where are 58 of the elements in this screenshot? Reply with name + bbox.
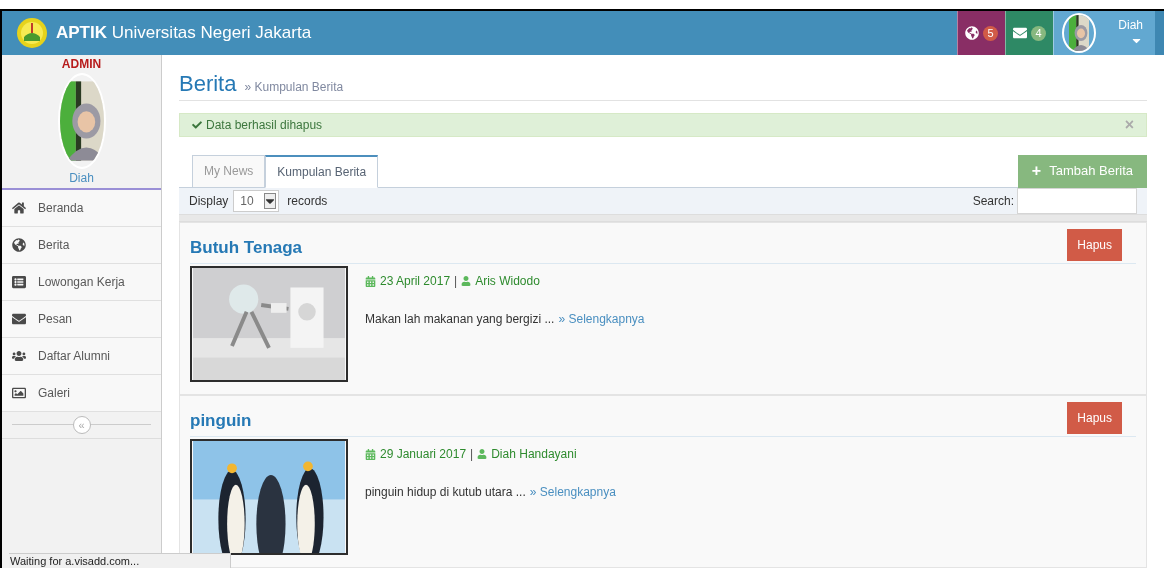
home-icon xyxy=(12,201,26,215)
breadcrumb: » Kumpulan Berita xyxy=(244,79,344,96)
sidebar-item[interactable]: Berita xyxy=(2,227,161,264)
globe-icon xyxy=(12,238,26,252)
post-excerpt: Makan lah makanan yang bergizi ... xyxy=(365,311,555,328)
post-author: Aris Widodo xyxy=(475,273,540,290)
list-icon xyxy=(12,275,26,289)
delete-button[interactable]: Hapus xyxy=(1067,229,1122,261)
sidebar-item[interactable]: Daftar Alumni xyxy=(2,338,161,375)
notification-button[interactable]: 5 xyxy=(957,11,1005,55)
caret-icon xyxy=(264,192,277,209)
navbar-edge xyxy=(1155,11,1164,55)
separator: | xyxy=(454,273,458,290)
envelope-icon xyxy=(1013,26,1027,40)
status-bar: Waiting for a.visadd.com... xyxy=(9,553,231,568)
search-field[interactable] xyxy=(1017,187,1137,214)
alert-message: Data berhasil dihapus xyxy=(206,116,324,134)
sidebar-item[interactable]: Beranda xyxy=(2,190,161,227)
separator: | xyxy=(470,446,474,463)
records-label: records xyxy=(287,192,328,210)
news-title[interactable]: Butuh Tenaga xyxy=(190,235,303,261)
sidebar-item[interactable]: Pesan xyxy=(2,301,161,338)
count-badge: 5 xyxy=(983,25,998,41)
collapse-button[interactable]: « xyxy=(72,416,91,434)
user-name: Diah xyxy=(69,170,94,187)
user-icon xyxy=(461,276,472,286)
post-excerpt: pinguin hidup di kutub utara ... xyxy=(365,484,526,501)
search-label: Search: xyxy=(972,192,1014,210)
add-button[interactable]: + Tambah Berita xyxy=(1017,154,1147,188)
user-menu[interactable]: Diah xyxy=(1053,11,1155,55)
read-more-link[interactable]: » Selengkapnya xyxy=(529,483,616,501)
post-date: 29 Januari 2017 xyxy=(380,446,467,463)
calendar-icon xyxy=(365,448,376,460)
read-more-link[interactable]: » Selengkapnya xyxy=(558,310,645,328)
role-label: ADMIN xyxy=(61,56,102,73)
users-icon xyxy=(12,349,26,363)
sidebar-item[interactable]: Lowongan Kerja xyxy=(2,264,161,301)
brand-title[interactable]: APTIK Universitas Negeri Jakarta xyxy=(56,20,312,46)
tab[interactable]: Kumpulan Berita xyxy=(265,154,379,188)
display-label: Display xyxy=(189,192,229,210)
tab[interactable]: My News xyxy=(192,154,266,188)
sidebar-item[interactable]: Galeri xyxy=(2,375,161,412)
user-icon xyxy=(477,449,488,459)
page-size-select[interactable]: 10 xyxy=(233,189,280,212)
globe-icon xyxy=(965,26,979,40)
delete-button[interactable]: Hapus xyxy=(1067,402,1122,434)
logo-icon xyxy=(16,17,48,49)
count-badge: 4 xyxy=(1031,25,1046,41)
news-title[interactable]: pinguin xyxy=(190,408,252,434)
page-title: Berita xyxy=(179,70,237,98)
post-date: 23 April 2017 xyxy=(380,273,451,290)
check-icon xyxy=(192,119,202,130)
post-author: Diah Handayani xyxy=(491,446,577,463)
notification-button[interactable]: 4 xyxy=(1005,11,1053,55)
image-icon xyxy=(12,386,26,400)
envelope-icon xyxy=(12,312,26,326)
avatar xyxy=(1062,13,1096,53)
calendar-icon xyxy=(365,275,376,287)
